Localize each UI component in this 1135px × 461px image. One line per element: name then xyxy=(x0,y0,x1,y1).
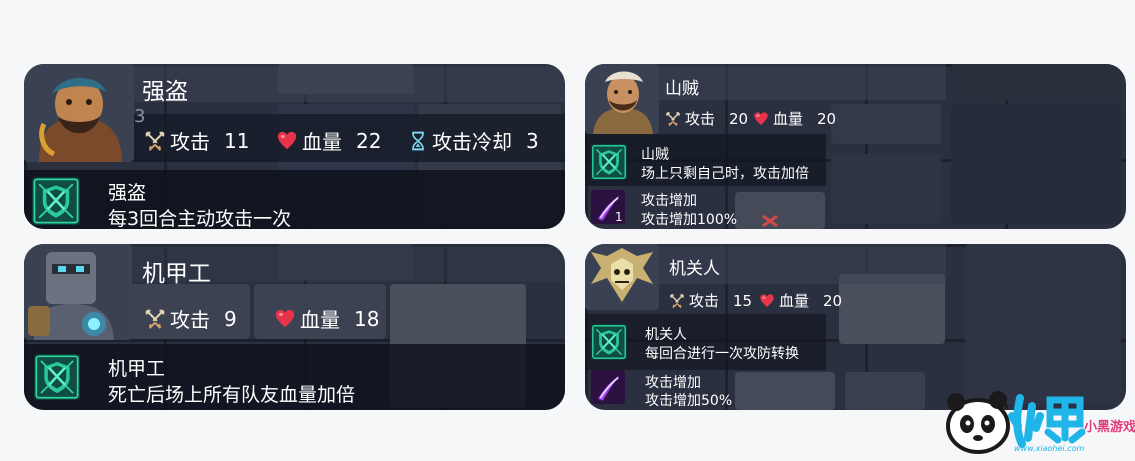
crossed-swords-icon xyxy=(144,308,166,330)
logo-text: 小黑游戏 xyxy=(1084,420,1135,435)
unit-name: 机关人 xyxy=(669,259,720,279)
stat-value: 18 xyxy=(354,306,380,331)
stat-value: 22 xyxy=(356,128,382,153)
puppet-portrait xyxy=(585,244,659,310)
skill-desc: 攻击增加100% xyxy=(641,212,738,228)
stat-label: 攻击 xyxy=(170,308,210,332)
unit-card-bandit[interactable]: 强盗 3 攻击 11 血量 22 攻击冷却 3 强盗 每3回合主动攻击一次 xyxy=(24,64,565,229)
stat-value: 9 xyxy=(224,306,237,331)
skill-desc: 每回合进行一次攻防转换 xyxy=(645,346,799,362)
stat-health: 血量 22 xyxy=(276,126,381,155)
heart-icon xyxy=(274,308,296,330)
skill-desc: 攻击增加50% xyxy=(645,393,733,409)
stat-value: 20 xyxy=(823,291,843,310)
skill-title: 山贼 xyxy=(641,147,669,163)
skill-desc: 每3回合主动攻击一次 xyxy=(108,208,292,229)
overlay-number: 3 xyxy=(134,106,146,127)
stat-health: 血量 18 xyxy=(274,304,379,333)
stat-label: 血量 xyxy=(773,110,804,128)
stat-label: 攻击 xyxy=(689,292,720,310)
skill-desc: 场上只剩自己时，攻击加倍 xyxy=(641,166,809,182)
stat-label: 血量 xyxy=(779,292,810,310)
brigand-portrait xyxy=(585,64,659,134)
stat-attack: 攻击 11 xyxy=(144,126,249,155)
stat-health: 血量 20 xyxy=(753,108,836,129)
shield-skill-icon[interactable] xyxy=(591,324,627,360)
unit-name: 山贼 xyxy=(665,79,699,99)
unit-name: 强盗 xyxy=(142,79,188,105)
skill-title: 攻击增加 xyxy=(645,375,701,391)
crossed-swords-icon xyxy=(665,111,681,127)
skill-badge: 1 xyxy=(615,210,623,224)
stat-attack: 攻击 15 xyxy=(669,290,752,311)
close-icon xyxy=(762,214,778,228)
stat-label: 血量 xyxy=(302,130,342,154)
stat-value: 15 xyxy=(733,291,753,310)
unit-name: 机甲工 xyxy=(142,261,211,287)
heart-icon xyxy=(276,130,298,152)
skill-title: 攻击增加 xyxy=(641,193,697,209)
stat-label: 攻击 xyxy=(170,130,210,154)
watermark-logo: 小黑游戏 www.xiaohei.com xyxy=(940,386,1135,457)
stat-attack: 攻击 20 xyxy=(665,108,748,129)
crossed-swords-icon xyxy=(669,293,685,309)
stat-attack: 攻击 9 xyxy=(144,304,237,333)
bandit-portrait xyxy=(24,64,134,162)
stat-cooldown: 攻击冷却 3 xyxy=(408,126,539,155)
heart-icon xyxy=(753,111,769,127)
shield-skill-icon[interactable] xyxy=(34,354,80,400)
stat-value: 20 xyxy=(729,109,749,128)
stat-value: 11 xyxy=(224,128,250,153)
skill-desc: 死亡后场上所有队友血量加倍 xyxy=(108,384,356,406)
hourglass-icon xyxy=(408,130,428,152)
stat-label: 攻击 xyxy=(685,110,716,128)
stat-health: 血量 20 xyxy=(759,290,842,311)
unit-card-mech[interactable]: 机甲工 攻击 9 血量 18 机甲工 死亡后场上所有队友血量加倍 xyxy=(24,244,565,410)
unit-card-brigand[interactable]: 山贼 攻击 20 血量 20 山贼 场上只剩自己时，攻击加倍 1 攻击增加 攻击… xyxy=(585,64,1126,229)
skill-title: 机关人 xyxy=(645,327,687,343)
stat-label: 攻击冷却 xyxy=(432,130,512,154)
purple-slash-icon[interactable] xyxy=(591,370,625,404)
shield-skill-icon[interactable] xyxy=(591,144,627,180)
shield-skill-icon[interactable] xyxy=(32,177,80,225)
logo-url: www.xiaohei.com xyxy=(1014,444,1085,453)
stat-label: 血量 xyxy=(300,308,340,332)
stat-value: 20 xyxy=(817,109,837,128)
crossed-swords-icon xyxy=(144,130,166,152)
skill-title: 强盗 xyxy=(108,182,147,204)
mech-portrait xyxy=(24,244,132,340)
stat-value: 3 xyxy=(526,128,539,153)
skill-title: 机甲工 xyxy=(108,358,166,380)
heart-icon xyxy=(759,293,775,309)
